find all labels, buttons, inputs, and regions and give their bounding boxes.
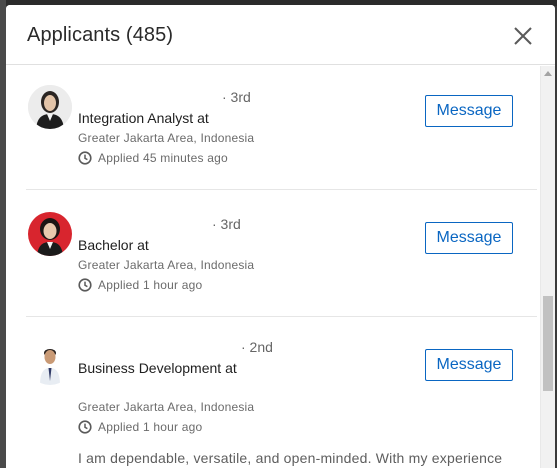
connection-degree: · 3rd [212,216,241,232]
close-icon [514,27,532,45]
applicant-headline: Integration Analyst at [78,110,209,126]
applicant-location: Greater Jakarta Area, Indonesia [78,258,255,272]
scroll-up-arrow[interactable] [544,71,552,76]
applicant-headline: Business Development at [78,360,237,376]
applicant-row[interactable]: · 3rd Integration Analyst at Greater Jak… [26,66,537,190]
applied-time: Applied 45 minutes ago [78,151,228,165]
modal-header: Applicants (485) [6,5,555,65]
clock-icon [78,151,92,165]
scroll-thumb[interactable] [543,296,553,391]
applicant-location: Greater Jakarta Area, Indonesia [78,400,255,414]
clock-icon [78,420,92,434]
message-button[interactable]: Message [425,222,513,254]
modal-title: Applicants (485) [27,24,174,46]
message-button[interactable]: Message [425,95,513,127]
applicants-modal: Applicants (485) · 3rd Integration Analy… [6,5,555,468]
applied-time: Applied 1 hour ago [78,420,202,434]
applicant-row[interactable]: · 2nd Business Development at Greater Ja… [26,317,537,468]
avatar[interactable] [28,85,72,129]
scrollbar[interactable] [540,66,555,468]
applicant-headline: Bachelor at [78,237,149,253]
avatar[interactable] [28,212,72,256]
avatar[interactable] [28,341,72,385]
applicant-summary: I am dependable, versatile, and open-min… [78,450,503,466]
applied-time-label: Applied 45 minutes ago [98,151,228,165]
connection-degree: · 2nd [241,339,273,355]
applied-time-label: Applied 1 hour ago [98,278,203,292]
close-button[interactable] [513,26,533,46]
applied-time: Applied 1 hour ago [78,278,202,292]
applicant-row[interactable]: · 3rd Bachelor at Greater Jakarta Area, … [26,190,537,317]
applied-time-label: Applied 1 hour ago [98,420,203,434]
clock-icon [78,278,92,292]
applicant-location: Greater Jakarta Area, Indonesia [78,131,255,145]
message-button[interactable]: Message [425,349,513,381]
applicant-list: · 3rd Integration Analyst at Greater Jak… [6,66,555,468]
connection-degree: · 3rd [222,89,251,105]
